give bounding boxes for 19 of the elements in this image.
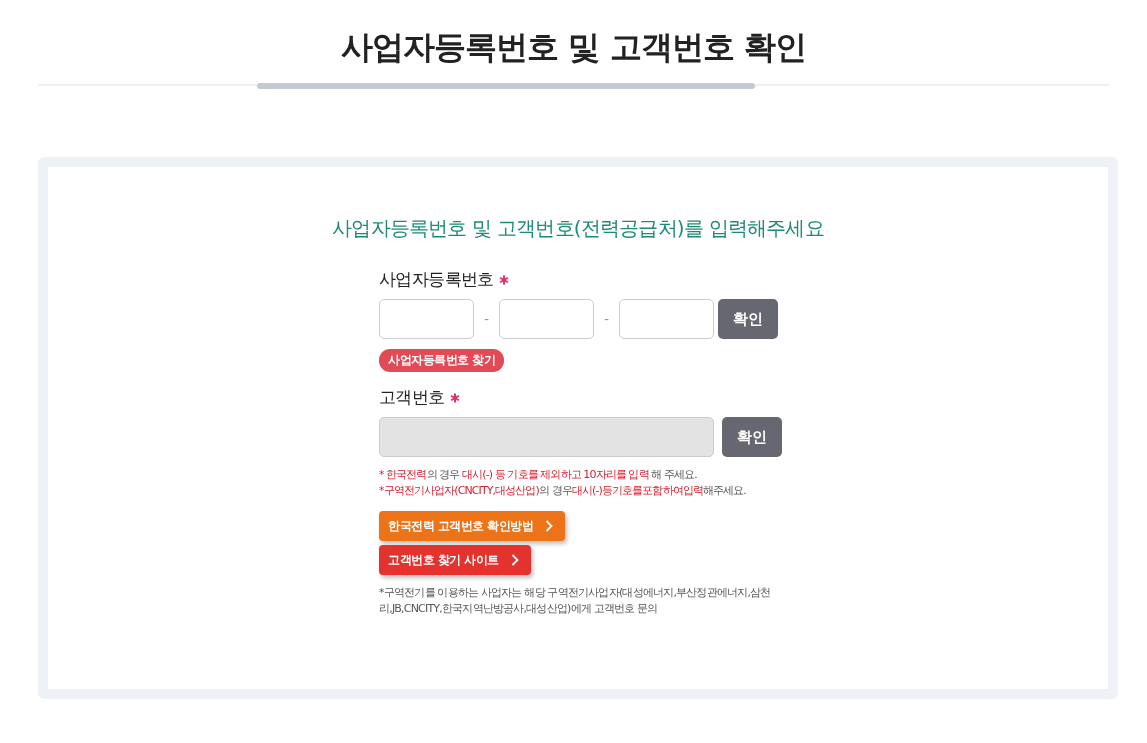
input-field[interactable] [619, 299, 714, 339]
separator-dash: - [602, 311, 611, 327]
form-heading: 사업자등록번호 및 고객번호(전력공급처)를 입력해주세요 [332, 215, 824, 242]
find-number-link[interactable]: 사업자등록번호 찾기 [379, 349, 505, 372]
page-title: 사업자등록번호 및 고객번호 확인 [341, 27, 806, 68]
chevron-right-icon [510, 554, 519, 566]
separator-dash: - [482, 311, 491, 327]
field-label: 사업자등록번호 [379, 268, 494, 291]
link-button[interactable]: 한국전력 고객번호 확인방법 [379, 511, 566, 541]
note-text: * 한국전력의 경우 대시(-) 등 기호를 제외하고 10자리를 입력 해 주세요. [379, 467, 698, 483]
confirm-button[interactable]: 확인 [722, 417, 782, 457]
input-field[interactable] [379, 299, 474, 339]
confirm-button[interactable]: 확인 [718, 299, 778, 339]
note-text: *구역전기사업자(CNCITY,대성산업)의 경우대시(-)등기호를포함하여입력해주세요. [379, 483, 747, 499]
field-label: 고객번호 [379, 386, 445, 409]
input-field[interactable] [499, 299, 594, 339]
chevron-right-icon [545, 520, 554, 532]
footnote-text: *구역전기를 이용하는 사업자는 해당 구역전기사업자(대성에너지,부산정관에너지,삼천리,JB,CNCITY,한국지역난방공사,대성산업)에게 고객번호 문의 [379, 585, 772, 617]
link-button[interactable]: 고객번호 찾기 사이트 [379, 545, 531, 575]
